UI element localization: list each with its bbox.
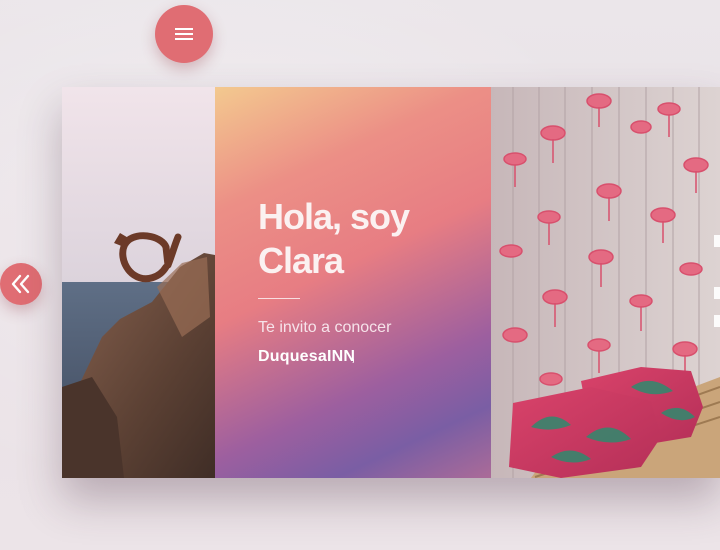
rocky-coast-sculpture-photo bbox=[62, 87, 215, 478]
next-slide-peek bbox=[714, 315, 720, 327]
intro-title: Hola, soy Clara bbox=[258, 196, 410, 281]
flamingo-wallpaper-bench-photo bbox=[491, 87, 720, 478]
hamburger-menu-icon bbox=[175, 28, 193, 40]
intro-link-suffix: , bbox=[351, 348, 356, 365]
menu-button[interactable] bbox=[155, 5, 213, 63]
title-divider bbox=[258, 298, 300, 299]
intro-subtitle: Te invito a conocer bbox=[258, 319, 392, 336]
hero-slide: Hola, soy Clara Te invito a conocer Duqu… bbox=[62, 87, 720, 478]
next-slide-peek bbox=[714, 235, 720, 247]
previous-slide-button[interactable] bbox=[0, 263, 42, 305]
next-slide-peek bbox=[714, 287, 720, 299]
double-chevron-left-icon bbox=[11, 274, 30, 294]
duquesainn-link[interactable]: DuquesaINN bbox=[258, 348, 355, 366]
intro-panel: Hola, soy Clara Te invito a conocer Duqu… bbox=[215, 87, 491, 478]
